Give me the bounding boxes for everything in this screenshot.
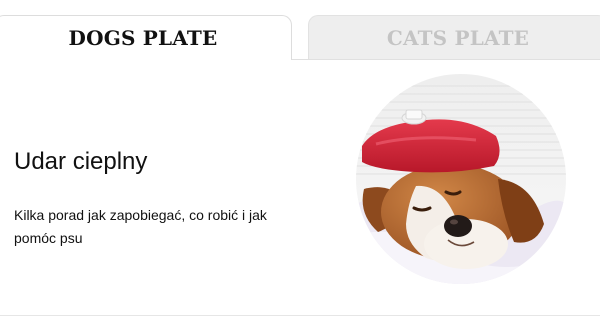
tab-bar: DOGS PLATE CATS PLATE	[0, 0, 600, 60]
article-card[interactable]: Udar cieplny Kilka porad jak zapobiegać,…	[0, 60, 600, 315]
article-description: Kilka porad jak zapobiegać, co robić i j…	[14, 207, 267, 246]
article-title[interactable]: Udar cieplny	[14, 148, 147, 176]
article-image[interactable]	[356, 74, 566, 284]
tab-cats-plate-label: CATS PLATE	[386, 26, 530, 50]
tab-cats-plate[interactable]: CATS PLATE	[308, 15, 600, 60]
section-divider	[0, 315, 600, 316]
tab-dogs-plate[interactable]: DOGS PLATE	[0, 15, 292, 60]
tab-dogs-plate-label: DOGS PLATE	[68, 26, 218, 50]
